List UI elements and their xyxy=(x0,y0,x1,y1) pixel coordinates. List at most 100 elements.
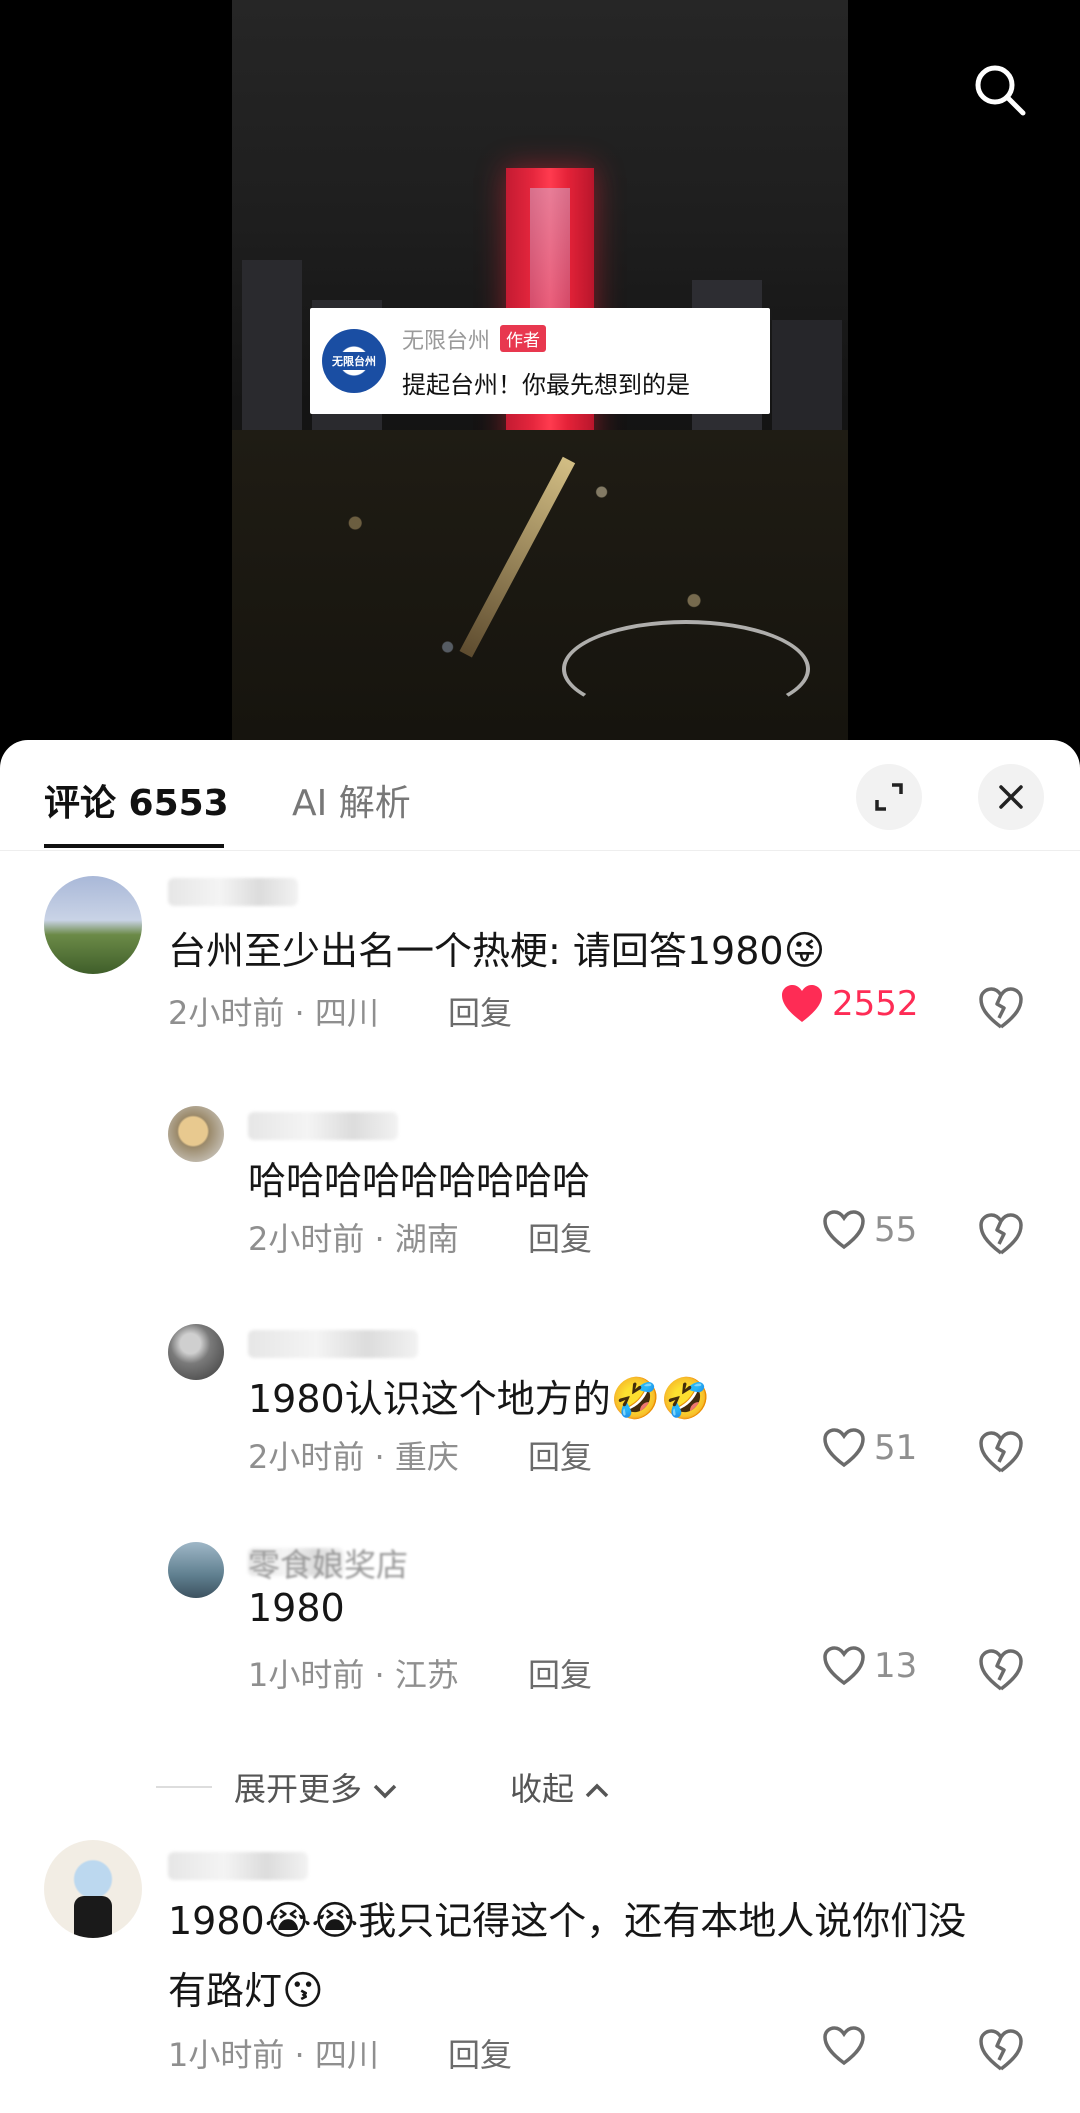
username-partial[interactable]: 零食娘奖店 xyxy=(248,1540,408,1586)
video-caption: 提起台州！你最先想到的是 xyxy=(402,370,690,399)
avatar[interactable] xyxy=(168,1106,224,1162)
dislike-heart-icon xyxy=(979,1213,1023,1255)
like-button[interactable]: 55 xyxy=(822,1210,917,1250)
active-tab-indicator xyxy=(44,844,224,848)
comment-time: 2小时前 xyxy=(168,994,285,1032)
comment-location: 湖南 xyxy=(394,1220,459,1258)
author-card[interactable]: 无限台州 无限台州 作者 提起台州！你最先想到的是 xyxy=(310,308,770,414)
search-button[interactable] xyxy=(970,60,1030,120)
comment-sheet: 评论 6553 AI 解析 台州至少出名一个热梗: 请回答1980😜 2小时前 … xyxy=(0,740,1080,2113)
collapse-button[interactable]: 收起 xyxy=(510,1764,610,1810)
comment-location: 江苏 xyxy=(394,1656,459,1694)
comment-meta: 2小时前 · 重庆 xyxy=(248,1432,459,1478)
comment-location: 重庆 xyxy=(394,1438,459,1476)
dislike-button[interactable] xyxy=(978,2028,1024,2074)
comment-text-line2: 有路灯😗 xyxy=(168,1960,324,2015)
emoji: 😭😭 xyxy=(264,1898,359,1944)
separator: · xyxy=(374,1438,385,1476)
comment-item: 1980😭😭我只记得这个，还有本地人说你们没 有路灯😗 1小时前 · 四川 回复 xyxy=(0,1840,1080,2113)
author-name[interactable]: 无限台州 xyxy=(402,323,490,355)
comment-meta: 1小时前 · 四川 xyxy=(168,2030,379,2076)
author-badge: 作者 xyxy=(500,325,547,352)
comment-time: 1小时前 xyxy=(248,1656,365,1694)
divider xyxy=(156,1786,212,1788)
expand-more-label: 展开更多 xyxy=(234,1770,363,1808)
comment-body: 有路灯 xyxy=(168,1969,283,2013)
tab-ai-analysis[interactable]: AI 解析 xyxy=(292,774,411,826)
dislike-button[interactable] xyxy=(978,1648,1024,1694)
comment-location: 四川 xyxy=(314,994,379,1032)
avatar[interactable] xyxy=(168,1324,224,1380)
video-player[interactable]: 无限台州 无限台州 作者 提起台州！你最先想到的是 xyxy=(0,0,1080,740)
dislike-heart-icon xyxy=(979,987,1023,1029)
reply-item: 1980认识这个地方的🤣🤣 2小时前 · 重庆 回复 51 xyxy=(0,1308,1080,1508)
comment-text: 台州至少出名一个热梗: 请回答1980😜 xyxy=(168,920,825,975)
username-blurred[interactable] xyxy=(248,1330,418,1358)
search-icon xyxy=(975,65,1026,116)
chevron-down-icon xyxy=(373,1784,397,1799)
reply-button[interactable]: 回复 xyxy=(448,988,512,1034)
dislike-button[interactable] xyxy=(978,1430,1024,1476)
expand-icon xyxy=(875,783,903,811)
heart-icon xyxy=(823,1428,865,1468)
author-avatar[interactable]: 无限台州 xyxy=(322,329,386,393)
reply-button[interactable]: 回复 xyxy=(448,2030,512,2076)
emoji: 😜 xyxy=(783,928,826,974)
dislike-heart-icon xyxy=(979,1431,1023,1473)
username-blurred[interactable] xyxy=(248,1112,398,1140)
heart-icon xyxy=(823,1210,865,1250)
reply-button[interactable]: 回复 xyxy=(528,1432,592,1478)
dislike-heart-icon xyxy=(979,2029,1023,2071)
avatar[interactable] xyxy=(44,1840,142,1938)
avatar[interactable] xyxy=(168,1542,224,1598)
username-blurred[interactable] xyxy=(168,1852,308,1880)
comment-text-line1: 1980😭😭我只记得这个，还有本地人说你们没 xyxy=(168,1890,966,1945)
reply-button[interactable]: 回复 xyxy=(528,1650,592,1696)
avatar-figure xyxy=(74,1896,112,1938)
dislike-button[interactable] xyxy=(978,986,1024,1032)
comment-time: 2小时前 xyxy=(248,1220,365,1258)
expand-more-button[interactable]: 展开更多 xyxy=(234,1764,398,1810)
like-button[interactable] xyxy=(822,2026,866,2066)
tab-comments[interactable]: 评论 6553 xyxy=(44,774,229,826)
comment-text: 1980 xyxy=(248,1586,345,1630)
like-button[interactable]: 51 xyxy=(822,1428,917,1468)
like-button[interactable]: 2552 xyxy=(780,984,919,1024)
heart-icon xyxy=(823,1646,865,1686)
chevron-up-icon xyxy=(585,1783,609,1798)
comment-tabs: 评论 6553 AI 解析 xyxy=(0,740,1080,851)
comment-text: 1980认识这个地方的🤣🤣 xyxy=(248,1368,710,1423)
comment-location: 四川 xyxy=(314,2036,379,2074)
comment-body: 1980认识这个地方的 xyxy=(248,1377,611,1421)
like-button[interactable]: 13 xyxy=(822,1646,917,1686)
thread-controls: 展开更多 收起 xyxy=(0,1756,1080,1816)
author-logo: 无限台州 xyxy=(330,352,378,370)
reply-item: 零食娘奖店 1980 1小时前 · 江苏 回复 13 xyxy=(0,1526,1080,1726)
dislike-heart-icon xyxy=(979,1649,1023,1691)
comment-body: 1980 xyxy=(168,1899,265,1943)
comment-body: 台州至少出名一个热梗: 请回答1980 xyxy=(168,929,784,973)
comment-meta: 1小时前 · 江苏 xyxy=(248,1650,459,1696)
like-count: 55 xyxy=(874,1210,918,1250)
close-button[interactable] xyxy=(978,764,1044,830)
separator: · xyxy=(374,1220,385,1258)
dislike-button[interactable] xyxy=(978,1212,1024,1258)
comment-meta: 2小时前 · 四川 xyxy=(168,988,379,1034)
username-blurred[interactable] xyxy=(168,878,298,906)
separator: · xyxy=(294,2036,305,2074)
close-icon xyxy=(999,785,1023,809)
comment-meta: 2小时前 · 湖南 xyxy=(248,1214,459,1260)
comment-item: 台州至少出名一个热梗: 请回答1980😜 2小时前 · 四川 回复 2552 xyxy=(0,850,1080,1050)
like-count: 2552 xyxy=(832,984,919,1024)
like-count: 13 xyxy=(874,1646,918,1686)
reply-button[interactable]: 回复 xyxy=(528,1214,592,1260)
comment-time: 2小时前 xyxy=(248,1438,365,1476)
collapse-label: 收起 xyxy=(510,1770,575,1808)
avatar[interactable] xyxy=(44,876,142,974)
expand-button[interactable] xyxy=(856,764,922,830)
comment-body: 我只记得这个，还有本地人说你们没 xyxy=(358,1899,967,1943)
comment-time: 1小时前 xyxy=(168,2036,285,2074)
emoji: 🤣🤣 xyxy=(610,1376,711,1422)
heart-icon xyxy=(782,985,822,1022)
comment-text: 哈哈哈哈哈哈哈哈哈 xyxy=(248,1159,591,1203)
